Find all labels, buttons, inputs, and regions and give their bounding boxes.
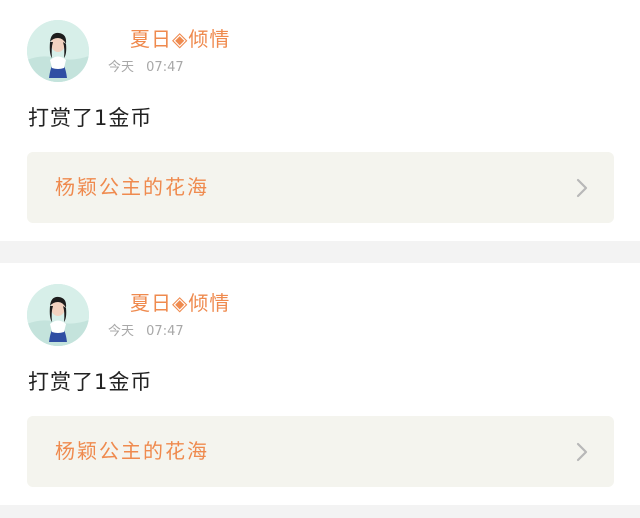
section-divider [0,241,640,263]
linked-post-card[interactable]: 杨颖公主的花海 [27,152,614,223]
linked-post-card[interactable]: 杨颖公主的花海 [27,416,614,487]
timestamp: 今天 07:47 [108,323,184,341]
timestamp-day: 今天 [108,60,135,75]
timestamp: 今天 07:47 [108,59,184,77]
reward-message: 打赏了1金币 [28,106,153,130]
section-divider [0,505,640,518]
timestamp-day: 今天 [108,324,135,339]
avatar[interactable] [27,20,89,82]
chevron-right-icon [576,442,588,462]
reward-feed: 夏日◈倾情 今天 07:47 打赏了1金币 杨颖公主的花海 夏日◈倾情 今天 0… [0,0,640,518]
username[interactable]: 夏日◈倾情 [130,290,230,316]
reward-message: 打赏了1金币 [28,370,153,394]
avatar[interactable] [27,284,89,346]
timestamp-clock: 07:47 [146,324,184,339]
linked-post-title: 杨颖公主的花海 [55,175,209,199]
avatar-photo [27,20,89,82]
avatar-photo [27,284,89,346]
linked-post-title: 杨颖公主的花海 [55,439,209,463]
chevron-right-icon [576,178,588,198]
timestamp-clock: 07:47 [146,60,184,75]
feed-item: 夏日◈倾情 今天 07:47 打赏了1金币 杨颖公主的花海 [0,264,640,506]
feed-item: 夏日◈倾情 今天 07:47 打赏了1金币 杨颖公主的花海 [0,0,640,242]
username[interactable]: 夏日◈倾情 [130,26,230,52]
